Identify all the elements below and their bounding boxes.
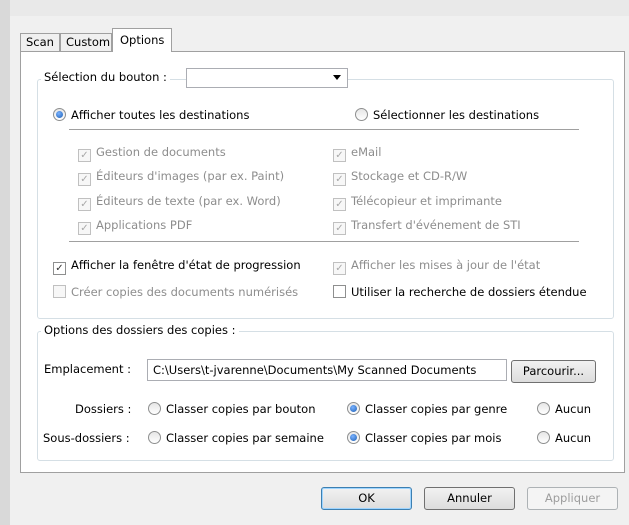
create-copies-label: Créer copies des documents numérisés	[71, 285, 299, 299]
radio-unchecked-icon	[537, 431, 550, 444]
checkmark-icon: ✓	[78, 222, 91, 235]
radio-checked-icon	[347, 402, 360, 415]
subfolders-none-radio[interactable]: Aucun	[537, 431, 591, 445]
tab-scan[interactable]: Scan	[20, 33, 60, 51]
show-status-updates-checkbox[interactable]: ✓ Afficher les mises à jour de l'état	[333, 258, 540, 275]
select-destinations-radio[interactable]: Sélectionner les destinations	[355, 108, 539, 122]
show-progress-label: Afficher la fenêtre d'état de progressio…	[71, 258, 301, 272]
folders-none-radio[interactable]: Aucun	[537, 402, 591, 416]
radio-unchecked-icon	[537, 402, 550, 415]
radio-label: Classer copies par mois	[365, 431, 502, 445]
browse-button[interactable]: Parcourir...	[511, 360, 596, 383]
create-copies-checkbox[interactable]: Créer copies des documents numérisés	[53, 285, 298, 299]
dest-storage-cd[interactable]: ✓ Stockage et CD-R/W	[333, 169, 467, 186]
dest-sti-event[interactable]: ✓ Transfert d'événement de STI	[333, 218, 521, 235]
divider	[69, 241, 579, 242]
window-top-frame	[0, 0, 629, 16]
extended-search-label: Utiliser la recherche de dossiers étendu…	[351, 285, 587, 299]
dest-label: Transfert d'événement de STI	[351, 218, 521, 232]
dest-label: Applications PDF	[96, 218, 193, 232]
radio-unchecked-icon	[148, 402, 161, 415]
radio-checked-icon	[347, 431, 360, 444]
folders-label: Dossiers :	[75, 402, 132, 416]
show-progress-checkbox[interactable]: ✓ Afficher la fenêtre d'état de progressi…	[53, 258, 301, 275]
tab-custom[interactable]: Custom	[60, 33, 112, 51]
cancel-button[interactable]: Annuler	[424, 487, 515, 510]
checkmark-icon: ✓	[333, 222, 346, 235]
checkmark-icon: ✓	[333, 198, 346, 211]
unchecked-box-icon	[333, 285, 346, 298]
unchecked-box-icon	[53, 285, 66, 298]
checkmark-icon: ✓	[333, 173, 346, 186]
dest-label: Éditeurs de texte (par ex. Word)	[96, 194, 281, 208]
button-selection-legend: Sélection du bouton :	[41, 70, 170, 84]
dest-image-editors[interactable]: ✓ Éditeurs d'images (par ex. Paint)	[78, 169, 284, 186]
dest-pdf-applications[interactable]: ✓ Applications PDF	[78, 218, 192, 235]
radio-label: Classer copies par bouton	[166, 402, 316, 416]
dest-document-management[interactable]: ✓ Gestion de documents	[78, 145, 226, 162]
radio-unchecked-icon	[148, 431, 161, 444]
radio-label: Aucun	[555, 431, 592, 445]
radio-checked-icon	[53, 108, 66, 121]
show-all-destinations-radio[interactable]: Afficher toutes les destinations	[53, 108, 249, 122]
ok-button[interactable]: OK	[321, 487, 412, 510]
dest-label: eMail	[351, 145, 382, 159]
copies-folder-legend: Options des dossiers des copies :	[41, 323, 239, 337]
extended-search-checkbox[interactable]: Utiliser la recherche de dossiers étendu…	[333, 285, 587, 299]
subfolders-label: Sous-dossiers :	[43, 431, 130, 445]
divider	[69, 129, 579, 130]
select-destinations-label: Sélectionner les destinations	[373, 108, 540, 122]
dest-label: Éditeurs d'images (par ex. Paint)	[96, 169, 285, 183]
dest-label: Gestion de documents	[96, 145, 226, 159]
show-status-updates-label: Afficher les mises à jour de l'état	[351, 258, 541, 272]
folders-by-genre-radio[interactable]: Classer copies par genre	[347, 402, 507, 416]
checkmark-icon: ✓	[78, 149, 91, 162]
subfolders-by-week-radio[interactable]: Classer copies par semaine	[148, 431, 324, 445]
dest-label: Stockage et CD-R/W	[351, 169, 468, 183]
window-left-frame	[0, 0, 10, 525]
radio-label: Classer copies par semaine	[166, 431, 324, 445]
dest-fax-printer[interactable]: ✓ Télécopieur et imprimante	[333, 194, 502, 211]
checkmark-icon: ✓	[53, 262, 66, 275]
checkmark-icon: ✓	[333, 149, 346, 162]
apply-button[interactable]: Appliquer	[527, 487, 618, 510]
folders-by-button-radio[interactable]: Classer copies par bouton	[148, 402, 315, 416]
checkmark-icon: ✓	[333, 262, 346, 275]
dest-label: Télécopieur et imprimante	[351, 194, 502, 208]
checkmark-icon: ✓	[78, 198, 91, 211]
dest-text-editors[interactable]: ✓ Éditeurs de texte (par ex. Word)	[78, 194, 281, 211]
chevron-down-icon	[333, 75, 341, 80]
radio-label: Classer copies par genre	[365, 402, 508, 416]
location-input[interactable]: C:\Users\t-jvarenne\Documents\My Scanned…	[147, 359, 507, 381]
checkmark-icon: ✓	[78, 173, 91, 186]
show-all-destinations-label: Afficher toutes les destinations	[71, 108, 250, 122]
radio-unchecked-icon	[355, 108, 368, 121]
radio-label: Aucun	[555, 402, 592, 416]
dest-email[interactable]: ✓ eMail	[333, 145, 381, 162]
tab-options[interactable]: Options	[112, 28, 173, 52]
subfolders-by-month-radio[interactable]: Classer copies par mois	[347, 431, 501, 445]
location-label: Emplacement :	[44, 362, 132, 376]
button-select[interactable]	[186, 68, 348, 88]
